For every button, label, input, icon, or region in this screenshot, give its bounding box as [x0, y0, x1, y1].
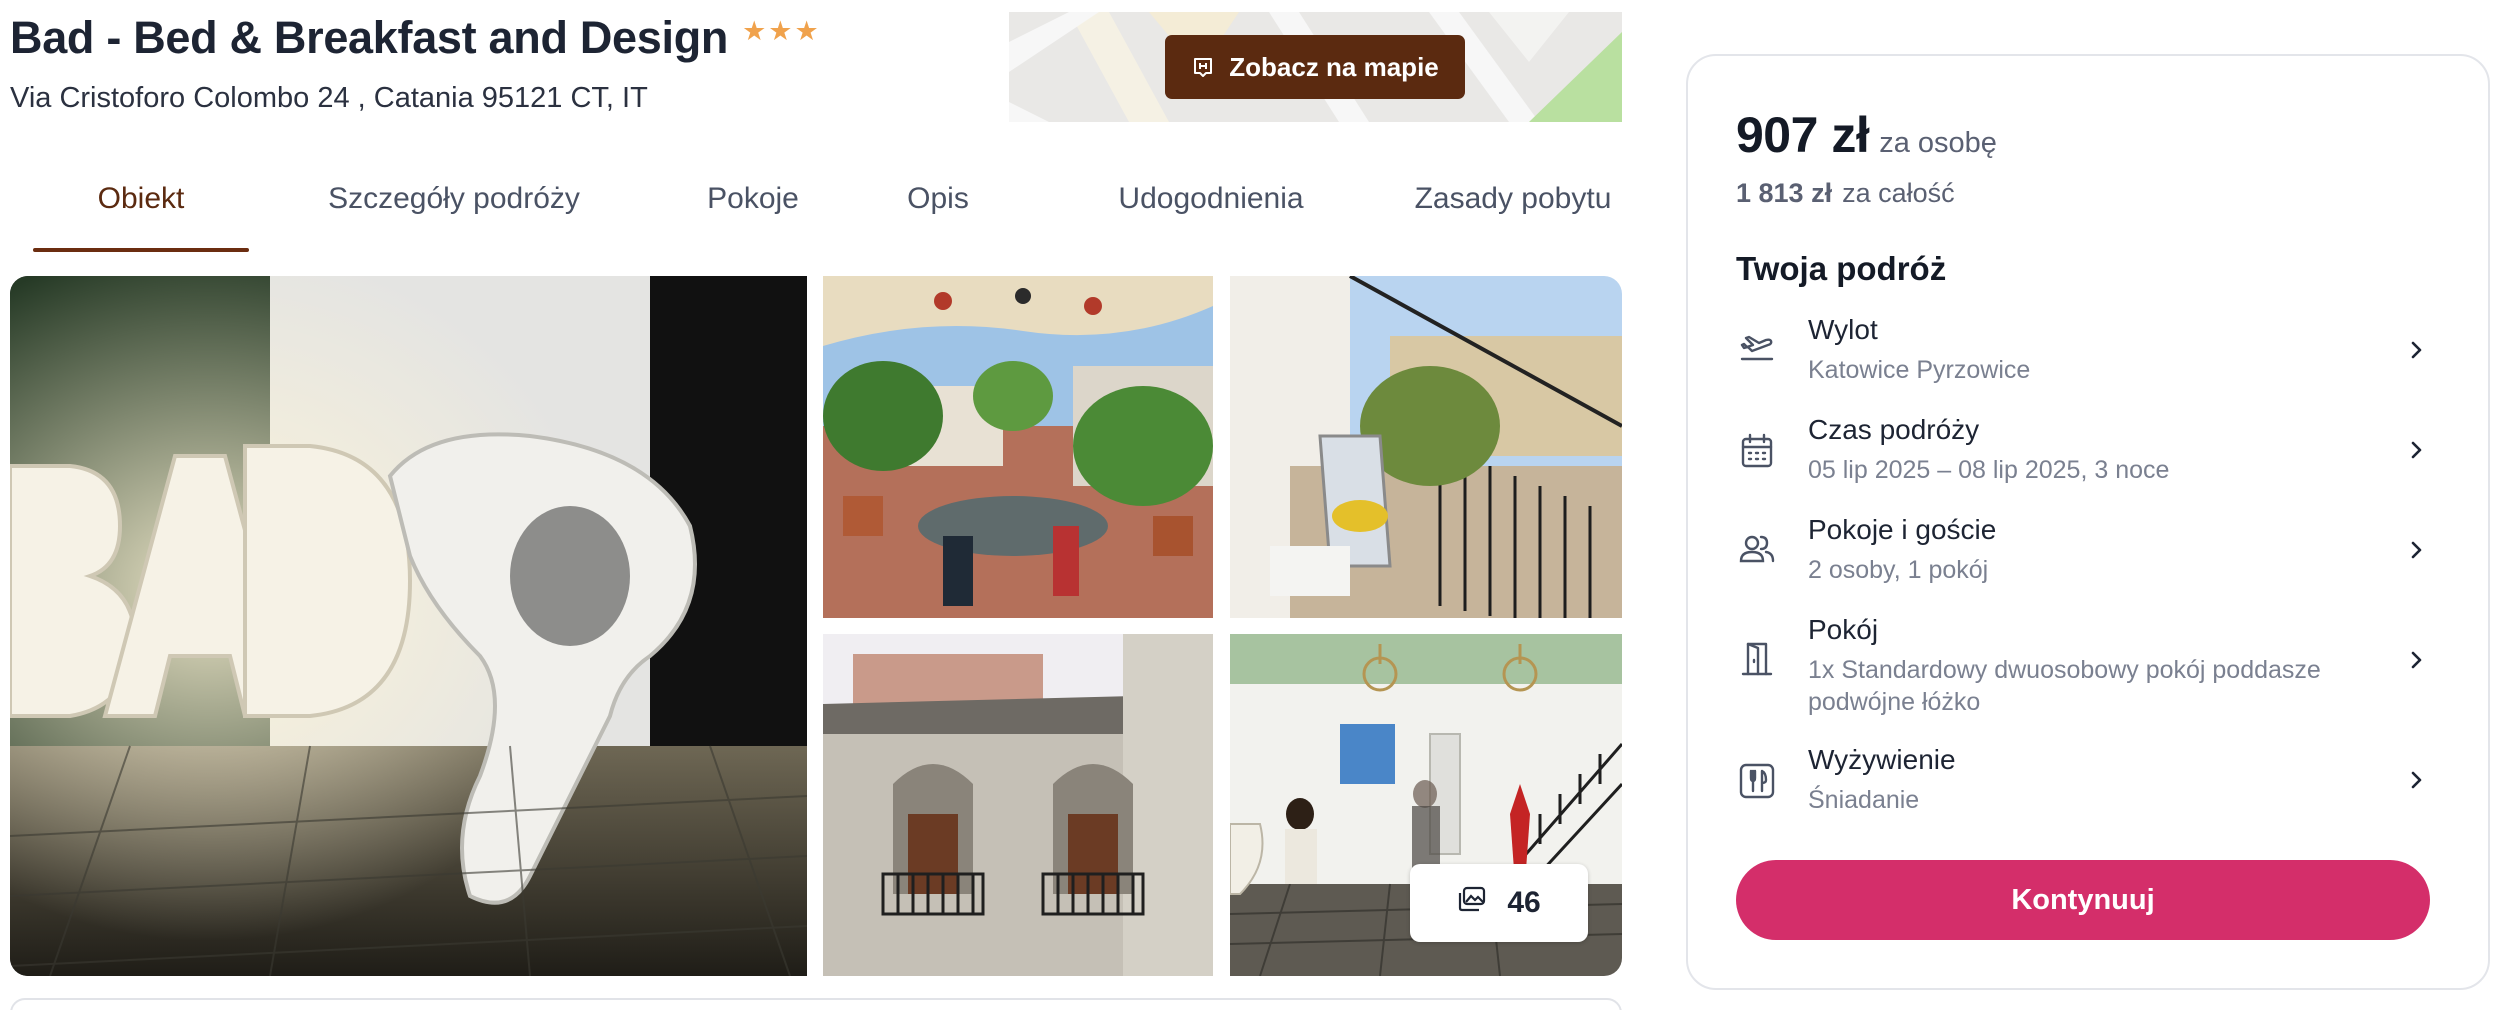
photo-count: 46: [1507, 886, 1541, 919]
trip-row-value: Katowice Pyrzowice: [1808, 356, 2031, 384]
next-section-edge: [10, 998, 1622, 1010]
price-per-person-label: za osobę: [1879, 127, 1997, 159]
trip-row-label: Czas podróży: [1808, 414, 1980, 445]
price-per-person: 907 zł: [1736, 107, 1870, 163]
tab-label: Udogodnienia: [1118, 182, 1304, 215]
trip-row-value: 05 lip 2025 – 08 lip 2025, 3 noce: [1808, 456, 2170, 484]
trip-row-value: Śniadanie: [1808, 786, 1920, 814]
calendar-icon: [1736, 430, 1778, 472]
photo-terrace[interactable]: [823, 276, 1213, 618]
hotel-address: Via Cristoforo Colombo 24 , Catania 9512…: [10, 82, 648, 114]
tab-opis[interactable]: Opis: [883, 160, 993, 252]
door-icon: [1736, 638, 1778, 680]
tab-label: Pokoje: [707, 182, 799, 215]
photo-balcony[interactable]: [1230, 276, 1622, 618]
chevron-right-icon: [2404, 768, 2428, 792]
hotel-title-row: Bad - Bed & Breakfast and Design ★ ★ ★: [10, 8, 819, 68]
photos-icon: [1457, 884, 1487, 922]
trip-row-guests[interactable]: Pokoje i goście 2 osoby, 1 pokój: [1736, 514, 2436, 584]
price-per-person-row: 907 zł za osobę: [1736, 106, 1997, 164]
trip-row-departure[interactable]: Wylot Katowice Pyrzowice: [1736, 314, 2436, 384]
trip-heading: Twoja podróż: [1736, 250, 1947, 287]
chevron-right-icon: [2404, 648, 2428, 672]
tab-obiekt[interactable]: Obiekt: [33, 160, 249, 252]
tab-label: Opis: [907, 182, 969, 215]
show-on-map-button[interactable]: Zobacz na mapie: [1165, 35, 1465, 99]
trip-row-dates[interactable]: Czas podróży 05 lip 2025 – 08 lip 2025, …: [1736, 414, 2436, 484]
star-icon: ★: [742, 15, 767, 46]
trip-row-room[interactable]: Pokój 1x Standardowy dwuosobowy pokój po…: [1736, 614, 2436, 716]
star-icon: ★: [794, 15, 819, 46]
tab-pokoje[interactable]: Pokoje: [683, 160, 823, 252]
plane-departure-icon: [1736, 328, 1778, 370]
star-icon: ★: [768, 15, 793, 46]
chevron-right-icon: [2404, 438, 2428, 462]
trip-row-meals[interactable]: Wyżywienie Śniadanie: [1736, 744, 2436, 814]
tab-label: Obiekt: [97, 182, 185, 215]
star-rating: ★ ★ ★: [742, 15, 819, 46]
price-total: 1 813 zł: [1736, 178, 1833, 208]
trip-row-label: Wylot: [1808, 314, 1878, 345]
continue-button[interactable]: Kontynuuj: [1736, 860, 2430, 940]
trip-row-value: 1x Standardowy dwuosobowy pokój poddasze…: [1808, 656, 2321, 716]
show-on-map-label: Zobacz na mapie: [1229, 51, 1439, 82]
tab-zasady-pobytu[interactable]: Zasady pobytu: [1403, 160, 1623, 252]
trip-row-label: Pokój: [1808, 614, 1879, 645]
trip-row-label: Pokoje i goście: [1808, 514, 1997, 545]
tab-udogodnienia[interactable]: Udogodnienia: [1081, 160, 1341, 252]
hotel-name: Bad - Bed & Breakfast and Design: [10, 12, 729, 63]
trip-row-value: 2 osoby, 1 pokój: [1808, 556, 1989, 584]
cutlery-icon: [1736, 760, 1778, 802]
guests-icon: [1736, 528, 1778, 570]
photo-main[interactable]: [10, 276, 807, 976]
photo-gallery: 46: [10, 276, 1622, 976]
tab-label: Szczegóły podróży: [328, 182, 580, 215]
photo-facade[interactable]: [823, 634, 1213, 976]
booking-summary-card: 907 zł za osobę 1 813 zł za całość Twoja…: [1686, 54, 2490, 990]
tab-label: Zasady pobytu: [1414, 182, 1612, 215]
price-total-row: 1 813 zł za całość: [1736, 178, 1955, 209]
trip-row-label: Wyżywienie: [1808, 744, 1956, 775]
price-total-label: za całość: [1842, 178, 1955, 208]
photo-count-button[interactable]: 46: [1410, 864, 1588, 942]
tab-szczegoly-podrozy[interactable]: Szczegóły podróży: [301, 160, 607, 252]
section-tabs: Obiekt Szczegóły podróży Pokoje Opis Udo…: [33, 160, 1623, 252]
chevron-right-icon: [2404, 538, 2428, 562]
chevron-right-icon: [2404, 338, 2428, 362]
hotel-pin-icon: [1191, 55, 1215, 79]
